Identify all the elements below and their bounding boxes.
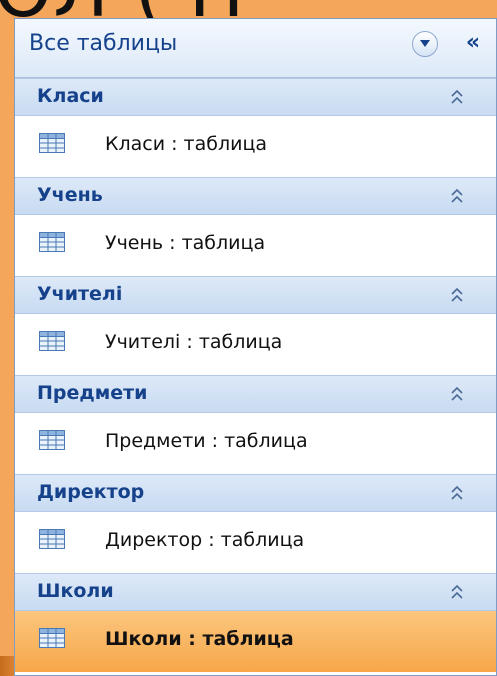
nav-group-dyrektor: Директор Директор : таблица	[15, 474, 496, 573]
nav-group-uchen: Учень Учень : таблица	[15, 177, 496, 276]
table-icon	[39, 529, 65, 549]
chevron-up-double-icon[interactable]	[449, 187, 465, 205]
navigation-pane: Все таблицы « Класи Класи : таблица Учен…	[14, 18, 497, 676]
nav-group-uchyteli: Учителі Учителі : таблица	[15, 276, 496, 375]
category-dropdown-button[interactable]	[412, 31, 438, 57]
table-item-label: Предмети : таблица	[105, 430, 308, 452]
chevron-up-double-icon[interactable]	[449, 286, 465, 304]
group-header[interactable]: Учень	[15, 177, 496, 215]
chevron-up-double-icon[interactable]	[449, 583, 465, 601]
table-item-label: Класи : таблица	[105, 133, 268, 155]
table-item-label: Учителі : таблица	[105, 331, 283, 353]
table-item[interactable]: Учителі : таблица	[15, 314, 496, 375]
group-header[interactable]: Директор	[15, 474, 496, 512]
group-header[interactable]: Класи	[15, 78, 496, 116]
table-item-label: Школи : таблица	[105, 628, 294, 650]
chevron-up-double-icon[interactable]	[449, 484, 465, 502]
group-header[interactable]: Учителі	[15, 276, 496, 314]
nav-group-shkoly: Школи Школи : таблица	[15, 573, 496, 672]
table-icon	[39, 232, 65, 252]
group-header[interactable]: Предмети	[15, 375, 496, 413]
chevron-up-double-icon[interactable]	[449, 385, 465, 403]
table-icon	[39, 133, 65, 153]
chevron-down-icon	[420, 40, 430, 47]
group-title: Учень	[37, 184, 103, 206]
nav-group-predmety: Предмети Предмети : таблица	[15, 375, 496, 474]
group-header[interactable]: Школи	[15, 573, 496, 611]
navigation-pane-header[interactable]: Все таблицы «	[15, 19, 496, 78]
group-title: Школи	[37, 580, 114, 602]
table-icon	[39, 331, 65, 351]
nav-group-klasy: Класи Класи : таблица	[15, 78, 496, 177]
table-item-selected[interactable]: Школи : таблица	[15, 611, 496, 672]
table-item[interactable]: Директор : таблица	[15, 512, 496, 573]
group-title: Директор	[37, 481, 145, 503]
table-item[interactable]: Класи : таблица	[15, 116, 496, 177]
table-icon	[39, 430, 65, 450]
table-item[interactable]: Предмети : таблица	[15, 413, 496, 474]
group-title: Класи	[37, 85, 104, 107]
shutter-collapse-button[interactable]: «	[458, 29, 488, 59]
chevron-up-double-icon[interactable]	[449, 88, 465, 106]
table-icon	[39, 628, 65, 648]
table-item-label: Директор : таблица	[105, 529, 305, 551]
group-title: Учителі	[37, 283, 123, 305]
group-title: Предмети	[37, 382, 148, 404]
pane-title: Все таблицы	[29, 31, 178, 56]
table-item[interactable]: Учень : таблица	[15, 215, 496, 276]
table-item-label: Учень : таблица	[105, 232, 266, 254]
